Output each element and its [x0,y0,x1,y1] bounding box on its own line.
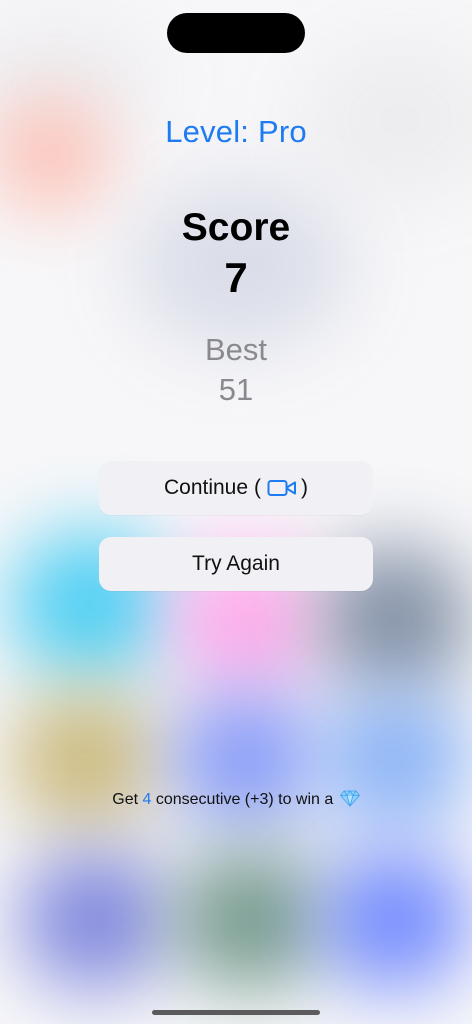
best-value: 51 [218,372,254,407]
hint-count: 4 [142,791,152,808]
continue-paren-close: ) [301,476,309,499]
bonus-hint: Get 4 consecutive (+3) to win a [0,790,472,812]
try-again-button-label: Try Again [192,552,280,575]
hint-prefix: Get [112,791,139,808]
continue-button[interactable]: Continue ( ) [99,461,373,515]
home-indicator[interactable] [152,1010,320,1015]
hint-suffix: consecutive (+3) to win a [155,791,334,808]
gem-icon [339,790,360,812]
score-value: 7 [224,254,248,301]
content-layer: Level: Pro Score 7 Best 51 Continue ( ) … [0,0,472,1024]
game-over-screen: Level: Pro Score 7 Best 51 Continue ( ) … [0,0,472,1024]
video-camera-icon [267,479,297,497]
continue-button-label: Continue [163,476,249,499]
score-label: Score [181,206,291,249]
dynamic-island [167,13,305,53]
try-again-button[interactable]: Try Again [99,537,373,591]
continue-paren-open: ( [254,476,262,499]
level-title: Level: Pro [165,114,307,149]
best-label: Best [204,332,268,367]
